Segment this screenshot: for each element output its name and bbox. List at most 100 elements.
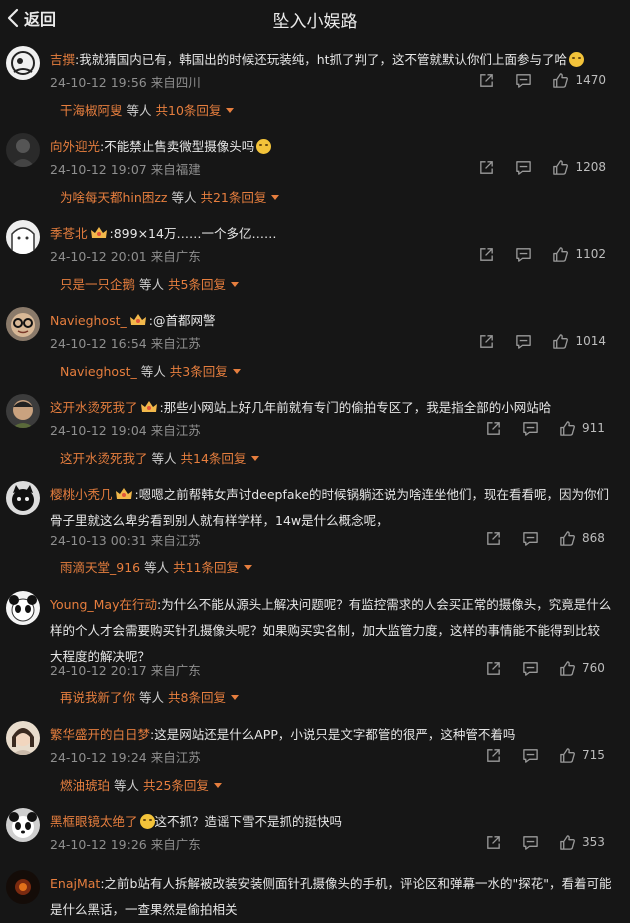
avatar[interactable] xyxy=(6,394,40,428)
avatar[interactable] xyxy=(6,481,40,515)
share-icon[interactable] xyxy=(485,660,502,677)
reply-mid: 等人 xyxy=(139,277,165,292)
reply-count[interactable]: 共25条回复 xyxy=(143,778,209,793)
reply-count[interactable]: 共5条回复 xyxy=(168,277,226,292)
comment-actions: 1208 xyxy=(458,158,606,176)
avatar[interactable] xyxy=(6,46,40,80)
thumbs-up-icon[interactable] xyxy=(559,420,576,437)
avatar[interactable] xyxy=(6,870,40,904)
comment-bubble-icon[interactable] xyxy=(515,159,532,176)
reply-count[interactable]: 共14条回复 xyxy=(181,451,247,466)
comment-actions: 715 xyxy=(465,746,606,764)
avatar[interactable] xyxy=(6,220,40,254)
comment-username[interactable]: 季苍北 xyxy=(50,226,88,241)
comment-text: 樱桃小秃几:嗯嗯之前帮韩女声讨deepfake的时候锅躺还说为啥连坐他们，现在看… xyxy=(50,482,612,534)
reply-mid: 等人 xyxy=(140,364,166,379)
avatar[interactable] xyxy=(6,808,40,842)
avatar[interactable] xyxy=(6,721,40,755)
reply-summary[interactable]: 为啥每天都hin困zz 等人 共21条回复 xyxy=(60,187,280,206)
comment-bubble-icon[interactable] xyxy=(515,246,532,263)
comment-bubble-icon[interactable] xyxy=(515,333,532,350)
reply-username[interactable]: Navieghost_ xyxy=(60,364,137,379)
comment-body: :899×14万……一个多亿…… xyxy=(109,226,277,241)
thumbs-up-icon[interactable] xyxy=(559,530,576,547)
comment-meta: 24-10-13 00:31 来自江苏 xyxy=(50,530,201,549)
comment-location: 来自广东 xyxy=(150,663,201,678)
reply-summary[interactable]: 燃油琥珀 等人 共25条回复 xyxy=(60,775,222,794)
smile-emoji-icon xyxy=(569,52,585,67)
reply-count[interactable]: 共3条回复 xyxy=(170,364,228,379)
comment-bubble-icon[interactable] xyxy=(522,747,539,764)
thumbs-up-icon[interactable] xyxy=(559,747,576,764)
like-count: 760 xyxy=(582,661,605,675)
comment-actions: 1470 xyxy=(458,71,606,89)
share-icon[interactable] xyxy=(478,72,495,89)
comment-username[interactable]: 樱桃小秃几 xyxy=(50,487,113,502)
reply-username[interactable]: 雨滴天堂_916 xyxy=(60,560,140,575)
comment-username[interactable]: 吉撰 xyxy=(50,52,75,67)
share-icon[interactable] xyxy=(485,747,502,764)
reply-mid: 等人 xyxy=(114,778,140,793)
thumbs-up-icon[interactable] xyxy=(552,333,569,350)
comment-meta: 24-10-12 19:56 来自四川 xyxy=(50,72,201,91)
reply-summary[interactable]: 只是一只企鹅 等人 共5条回复 xyxy=(60,274,239,293)
reply-username[interactable]: 燃油琥珀 xyxy=(60,778,110,793)
caret-down-icon xyxy=(213,783,222,788)
reply-username[interactable]: 只是一只企鹅 xyxy=(60,277,135,292)
reply-summary[interactable]: 这开水烫死我了 等人 共14条回复 xyxy=(60,448,260,467)
comment-username[interactable]: EnajMat xyxy=(50,876,100,891)
comment-bubble-icon[interactable] xyxy=(522,530,539,547)
comment-location: 来自江苏 xyxy=(150,423,201,438)
share-icon[interactable] xyxy=(478,246,495,263)
thumbs-up-icon[interactable] xyxy=(559,834,576,851)
comment-location: 来自广东 xyxy=(150,249,201,264)
thumbs-up-icon[interactable] xyxy=(559,660,576,677)
comment-username[interactable]: 繁华盛开的白日梦 xyxy=(50,727,150,742)
reply-username[interactable]: 再说我新了你 xyxy=(60,690,135,705)
reply-count[interactable]: 共11条回复 xyxy=(173,560,239,575)
comment-username[interactable]: 向外迎光 xyxy=(50,139,100,154)
reply-summary[interactable]: 再说我新了你 等人 共8条回复 xyxy=(60,687,239,706)
reply-mid: 等人 xyxy=(171,190,197,205)
share-icon[interactable] xyxy=(485,834,502,851)
reply-summary[interactable]: 干海椒阿叟 等人 共10条回复 xyxy=(60,100,235,119)
reply-summary[interactable]: Navieghost_ 等人 共3条回复 xyxy=(60,361,241,380)
comment-location: 来自江苏 xyxy=(150,750,201,765)
comment-time: 24-10-12 19:24 xyxy=(50,750,147,765)
comment-meta: 24-10-12 19:24 来自江苏 xyxy=(50,747,201,766)
crying-emoji-icon xyxy=(139,814,155,829)
comment-item: Navieghost_:@首都网警 24-10-12 16:54 来自江苏 10… xyxy=(0,307,630,387)
comment-bubble-icon[interactable] xyxy=(515,72,532,89)
comment-bubble-icon[interactable] xyxy=(522,420,539,437)
comment-username[interactable]: 黑框眼镜太绝了 xyxy=(50,814,138,829)
thumbs-up-icon[interactable] xyxy=(552,246,569,263)
crown-badge-icon xyxy=(129,314,146,325)
comment-text: 吉撰:我就猜国内已有，韩国出的时候还玩装纯，ht抓了判了，这不管就默认你们上面参… xyxy=(50,47,612,73)
comment-bubble-icon[interactable] xyxy=(522,834,539,851)
comment-username[interactable]: Navieghost_ xyxy=(50,313,127,328)
comment-bubble-icon[interactable] xyxy=(522,660,539,677)
share-icon[interactable] xyxy=(485,420,502,437)
share-icon[interactable] xyxy=(485,530,502,547)
avatar[interactable] xyxy=(6,133,40,167)
comment-time: 24-10-12 19:26 xyxy=(50,837,147,852)
reply-username[interactable]: 为啥每天都hin困zz xyxy=(60,190,167,205)
thumbs-up-icon[interactable] xyxy=(552,159,569,176)
reply-count[interactable]: 共10条回复 xyxy=(156,103,222,118)
comment-username[interactable]: 这开水烫死我了 xyxy=(50,400,138,415)
comment-item: 季苍北:899×14万……一个多亿…… 24-10-12 20:01 来自广东 … xyxy=(0,220,630,300)
reply-username[interactable]: 干海椒阿叟 xyxy=(60,103,123,118)
comment-username[interactable]: Young_May在行动 xyxy=(50,597,157,612)
reply-username[interactable]: 这开水烫死我了 xyxy=(60,451,148,466)
comment-actions: 353 xyxy=(465,833,606,851)
caret-down-icon xyxy=(230,282,239,287)
comment-actions: 911 xyxy=(465,419,606,437)
share-icon[interactable] xyxy=(478,159,495,176)
share-icon[interactable] xyxy=(478,333,495,350)
reply-summary[interactable]: 雨滴天堂_916 等人 共11条回复 xyxy=(60,557,253,576)
reply-count[interactable]: 共21条回复 xyxy=(200,190,266,205)
avatar[interactable] xyxy=(6,591,40,625)
avatar[interactable] xyxy=(6,307,40,341)
reply-count[interactable]: 共8条回复 xyxy=(168,690,226,705)
thumbs-up-icon[interactable] xyxy=(552,72,569,89)
